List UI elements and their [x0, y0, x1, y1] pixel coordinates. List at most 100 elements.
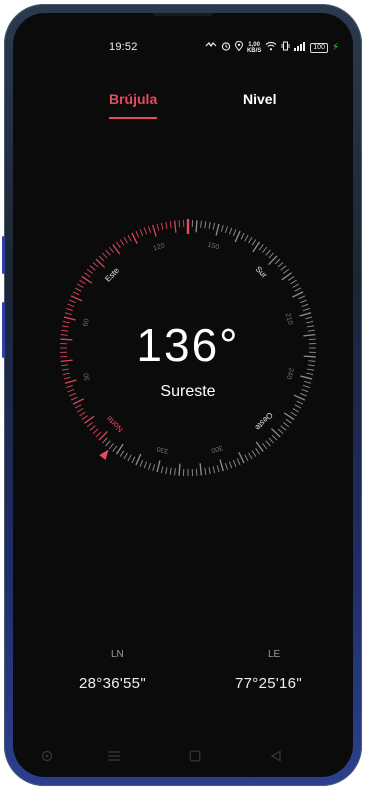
dial-tick [274, 258, 281, 265]
dial-tick [216, 465, 220, 473]
dial-tick [72, 291, 80, 296]
dial-tick [63, 376, 71, 380]
tab-bar: Brújula Nivel [13, 91, 353, 121]
dial-tick [244, 454, 249, 462]
dial-tick [290, 279, 297, 285]
alarm-icon [221, 41, 231, 54]
dial-tick [123, 236, 128, 244]
dial-tick [119, 239, 125, 246]
home-icon[interactable] [189, 749, 201, 767]
dial-tick [143, 461, 148, 469]
camera-notch [153, 13, 213, 16]
dial-tick [208, 221, 211, 229]
dial-tick [265, 440, 271, 447]
status-icons: 1,00 KB/S 100 ⚡ [205, 40, 339, 54]
dial-tick [89, 265, 96, 271]
dial-tick [208, 467, 211, 475]
dial-tick [70, 295, 83, 302]
dial-tick [265, 249, 271, 256]
dial-tick [165, 221, 168, 229]
dial-tick [112, 445, 118, 452]
assistant-icon[interactable] [41, 749, 53, 767]
dial-tick [212, 222, 216, 230]
dial-tick [232, 229, 237, 236]
dial-tick [244, 234, 249, 242]
dial-tick [219, 459, 224, 472]
dial-tick [300, 299, 307, 304]
back-icon[interactable] [270, 749, 282, 767]
dial-tick [283, 268, 290, 274]
dial-tick [169, 467, 172, 475]
menu-icon[interactable] [107, 749, 121, 767]
dial-tick [143, 227, 148, 235]
volume-up-button [2, 236, 5, 274]
dial-tick [174, 468, 176, 476]
degree-label: 120 [153, 242, 166, 252]
dial-tick [291, 291, 304, 298]
dial-tick [271, 434, 278, 441]
dial-tick [178, 463, 181, 476]
dial-tick [290, 411, 297, 417]
dial-tick [294, 287, 302, 292]
battery-indicator: 100 [310, 42, 328, 53]
dial-tick [301, 303, 309, 308]
dial-tick [224, 462, 228, 470]
vibrate-icon [281, 41, 290, 54]
dial-tick [105, 440, 111, 447]
dial-tick [240, 232, 245, 240]
volume-down-button [2, 302, 5, 358]
dial-tick [98, 255, 105, 262]
dial-tick [169, 221, 172, 229]
degree-label: 330 [156, 445, 169, 455]
status-bar: 19:52 1,00 KB/S 100 ⚡ [13, 40, 353, 57]
dial-tick [251, 450, 257, 457]
tab-level[interactable]: Nivel [243, 91, 276, 107]
dial-tick [262, 246, 268, 253]
dial-tick [228, 227, 233, 235]
dial-tick [123, 452, 128, 460]
dial-tick [131, 456, 136, 464]
dial-tick [79, 279, 86, 285]
dial-tick [234, 230, 241, 243]
signal-icon [294, 41, 306, 54]
dial-tick [224, 226, 228, 234]
dial-tick [152, 224, 157, 237]
dial-tick [76, 408, 84, 413]
dial-tick [119, 450, 125, 457]
latitude-label: LN [111, 649, 124, 660]
dial-tick [148, 226, 152, 234]
dial-tick [228, 461, 233, 469]
dial-tick [79, 411, 86, 417]
dial-tick [236, 458, 241, 466]
dial-tick [148, 462, 152, 470]
dial-tick [105, 249, 111, 256]
dial-tick [277, 262, 284, 268]
dial-tick [127, 234, 132, 242]
dial-tick [232, 460, 237, 467]
dial-tick [204, 467, 207, 475]
network-speed-unit: KB/S [246, 47, 262, 54]
dial-tick [268, 252, 274, 259]
dial-tick [160, 222, 164, 230]
dial-tick [139, 229, 144, 236]
dial-tick [292, 408, 300, 413]
longitude-value: 77°25'16" [235, 675, 302, 692]
dial-tick [89, 425, 96, 431]
dial-tick [215, 223, 220, 236]
dial-tick [74, 404, 82, 409]
heading-direction: Sureste [160, 383, 216, 400]
dial-tick [156, 223, 160, 231]
tab-compass[interactable]: Brújula [109, 91, 157, 107]
dial-tick [294, 404, 302, 409]
dial-tick [288, 276, 295, 281]
nfc-icon [205, 41, 217, 54]
dial-tick [255, 448, 260, 455]
dial-tick [173, 220, 177, 233]
dial-tick [280, 425, 287, 431]
degree-label: 30 [83, 372, 92, 382]
heading-degrees: 136° [136, 319, 240, 371]
dial-tick [248, 452, 253, 460]
dial-tick [238, 451, 245, 464]
dial-tick [165, 467, 168, 475]
dial-tick [102, 437, 108, 444]
